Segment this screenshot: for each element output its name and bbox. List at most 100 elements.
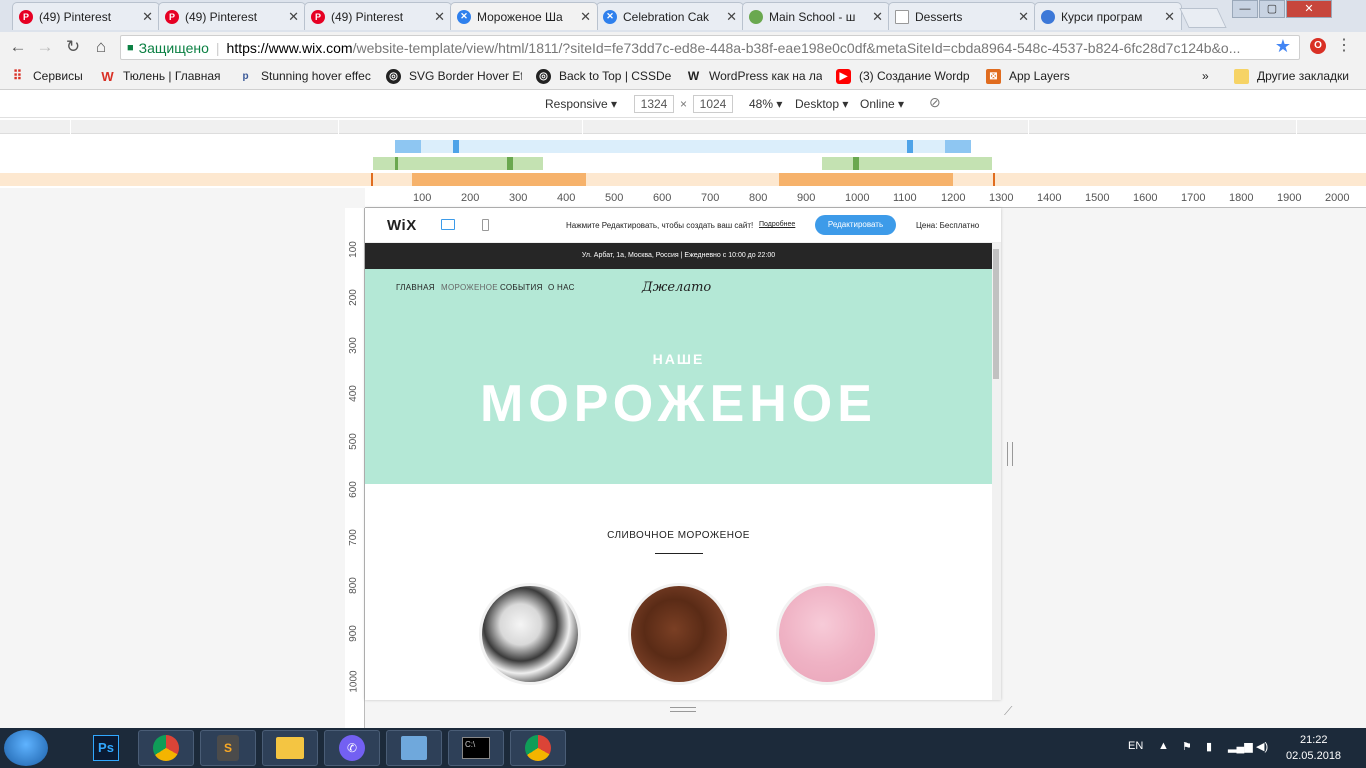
start-button[interactable] — [4, 730, 48, 766]
bookmark-other-folder[interactable]: Другие закладки — [1234, 68, 1349, 84]
cmd-icon[interactable]: C:\ — [448, 730, 504, 766]
more-link[interactable]: Подробнее — [759, 221, 795, 228]
close-icon[interactable]: ✕ — [580, 9, 591, 25]
bookmark-services[interactable]: ⠿ Сервисы — [10, 68, 83, 84]
tab-pinterest-2[interactable]: P (49) Pinterest ✕ — [158, 2, 306, 30]
tab-title: (49) Pinterest — [185, 9, 258, 24]
width-resize-handle[interactable] — [1007, 442, 1013, 466]
chrome-icon[interactable] — [510, 730, 566, 766]
close-icon[interactable]: ✕ — [872, 9, 883, 25]
close-icon[interactable]: ✕ — [726, 9, 737, 25]
address-bar[interactable]: ■ Защищено | https://www.wix.com /websit… — [120, 35, 1300, 60]
media-query-bar-blue[interactable] — [0, 140, 1366, 153]
reload-icon[interactable]: ↻ — [63, 37, 83, 57]
height-resize-handle[interactable] — [670, 707, 696, 712]
explorer-icon[interactable] — [262, 730, 318, 766]
device-select[interactable]: Desktop ▾ — [795, 97, 848, 111]
forward-icon[interactable]: → — [35, 37, 55, 57]
close-icon[interactable]: ✕ — [142, 9, 153, 25]
tab-main-school[interactable]: Main School - ш ✕ — [742, 2, 890, 30]
media-query-bar-gray[interactable] — [0, 120, 1366, 134]
tab-pinterest-3[interactable]: P (49) Pinterest ✕ — [304, 2, 452, 30]
zoom-select[interactable]: 48% ▾ — [749, 97, 782, 111]
bookmark-label: WordPress как на ла — [709, 69, 822, 83]
language-indicator[interactable]: EN — [1128, 740, 1143, 752]
tab-celebration[interactable]: ✕ Celebration Cak ✕ — [596, 2, 744, 30]
tab-desserts[interactable]: Desserts ✕ — [888, 2, 1036, 30]
tab-icecream[interactable]: ✕ Мороженое Ша ✕ — [450, 2, 598, 30]
wix-logo[interactable]: WiX — [387, 217, 417, 234]
tray-expand-icon[interactable]: ▲ — [1158, 740, 1169, 752]
bookmark-svg-border[interactable]: ◎ SVG Border Hover Eff — [386, 68, 522, 84]
volume-icon[interactable]: ◀) — [1256, 740, 1268, 753]
nav-icecream[interactable]: МОРОЖЕНОЕ — [441, 283, 498, 292]
tab-title: Main School - ш — [769, 9, 856, 24]
globe-icon — [749, 9, 763, 24]
close-window-button[interactable]: ✕ — [1286, 0, 1332, 18]
viber-icon[interactable]: ✆ — [324, 730, 380, 766]
pinterest-icon: P — [165, 9, 179, 24]
wix-icon: ✕ — [457, 9, 471, 24]
sublime-icon[interactable]: S — [200, 730, 256, 766]
media-query-bar-green[interactable] — [0, 157, 1366, 170]
close-icon[interactable]: ✕ — [1018, 9, 1029, 25]
signal-icon[interactable]: ▂▄▆ — [1228, 740, 1253, 753]
mobile-view-icon[interactable] — [482, 219, 489, 231]
bookmark-stunning[interactable]: p Stunning hover effec — [238, 68, 372, 84]
control-panel-icon[interactable] — [386, 730, 442, 766]
width-input[interactable]: 1324 — [634, 95, 674, 113]
page-icon — [895, 9, 909, 24]
corner-resize-handle[interactable]: ⟋ — [1004, 704, 1018, 718]
battery-icon[interactable]: ▮ — [1206, 740, 1212, 753]
maximize-button[interactable]: ▢ — [1259, 0, 1285, 18]
network-warning-icon[interactable]: ⚑ — [1182, 740, 1192, 753]
tab-title: (49) Pinterest — [331, 9, 404, 24]
chocolate-scoop-image[interactable] — [631, 586, 727, 682]
media-query-bar-orange[interactable] — [0, 173, 1366, 186]
bookmark-label: SVG Border Hover Eff — [409, 69, 522, 83]
bookmark-wordpress[interactable]: W WordPress как на ла — [686, 68, 822, 84]
minimize-button[interactable]: — — [1232, 0, 1258, 18]
opera-extension-icon[interactable]: O — [1310, 38, 1326, 54]
strawberry-scoop-image[interactable] — [779, 586, 875, 682]
height-input[interactable]: 1024 — [693, 95, 733, 113]
clock-time[interactable]: 21:22 — [1300, 734, 1328, 746]
tab-title: Desserts — [915, 9, 963, 24]
scrollbar-thumb[interactable] — [993, 249, 999, 379]
url-path: /website-template/view/html/1811/?siteId… — [352, 39, 1241, 56]
bookmark-label: Сервисы — [33, 69, 83, 83]
close-icon[interactable]: ✕ — [1164, 9, 1175, 25]
home-icon[interactable]: ⌂ — [91, 37, 111, 57]
page-scrollbar[interactable] — [992, 243, 1001, 700]
nav-events[interactable]: СОБЫТИЯ — [500, 283, 543, 292]
chrome-icon[interactable] — [138, 730, 194, 766]
hero-subtitle: НАШЕ — [652, 351, 705, 367]
bookmark-app-layers[interactable]: ⊠ App Layers — [986, 68, 1070, 84]
tab-pinterest-1[interactable]: P (49) Pinterest ✕ — [12, 2, 160, 30]
bookmark-back-to-top[interactable]: ◎ Back to Top | CSSDe — [536, 68, 672, 84]
network-select[interactable]: Online ▾ — [860, 97, 904, 111]
photoshop-icon[interactable]: Ps — [90, 730, 122, 766]
cookies-cream-scoop-image[interactable] — [482, 586, 578, 682]
bookmark-youtube[interactable]: ▶ (3) Создание Wordp — [836, 68, 972, 84]
globe-icon — [1041, 9, 1055, 24]
back-icon[interactable]: ← — [8, 37, 28, 57]
close-icon[interactable]: ✕ — [288, 9, 299, 25]
tab-courses[interactable]: Курси програм ✕ — [1034, 2, 1182, 30]
bookmark-star-icon[interactable]: ★ — [1275, 36, 1291, 57]
desktop-view-icon[interactable] — [441, 219, 455, 230]
nav-home[interactable]: ГЛАВНАЯ — [396, 283, 435, 292]
responsive-select[interactable]: Responsive ▾ — [545, 97, 617, 111]
clock-date[interactable]: 02.05.2018 — [1286, 750, 1341, 762]
bookmarks-more[interactable]: » — [1202, 68, 1209, 84]
edit-button[interactable]: Редактировать — [815, 215, 896, 235]
hero-title: МОРОЖЕНОЕ — [480, 375, 877, 433]
new-tab-button[interactable] — [1179, 8, 1227, 28]
menu-icon[interactable]: ⋮ — [1336, 35, 1352, 55]
rotate-icon[interactable]: ⊘ — [929, 94, 941, 111]
close-icon[interactable]: ✕ — [434, 9, 445, 25]
tab-title: Курси програм — [1061, 9, 1143, 24]
nav-about[interactable]: О НАС — [548, 283, 575, 292]
bookmark-tyulen[interactable]: W Тюлень | Главная — [100, 68, 220, 84]
brand-logo[interactable]: Джелато — [642, 280, 711, 295]
